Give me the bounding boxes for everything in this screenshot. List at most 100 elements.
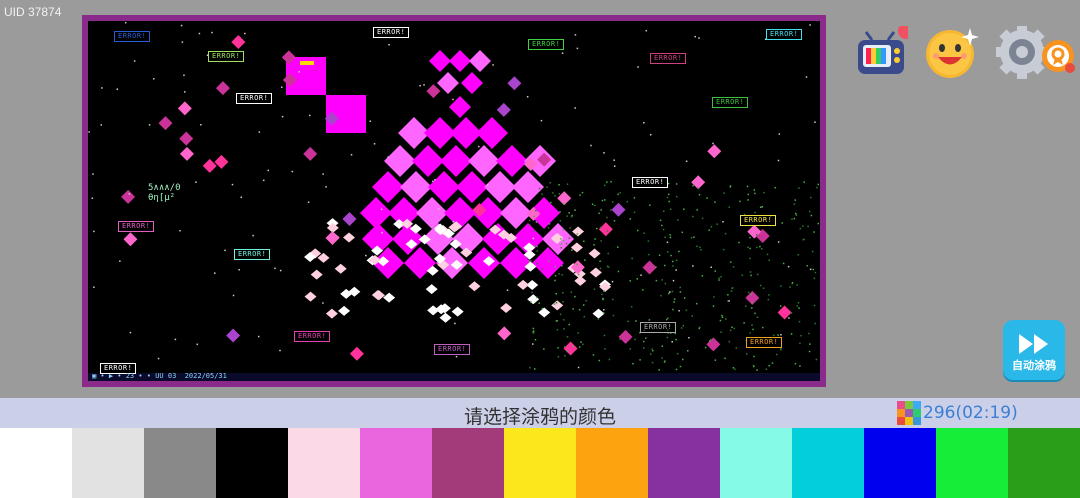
pink-sprite [177, 101, 192, 116]
white-speckle [805, 76, 808, 78]
white-speckle [133, 60, 136, 62]
green-speckle [798, 187, 800, 189]
color-swatch[interactable] [144, 428, 216, 498]
error-popup: ERROR! [640, 322, 677, 333]
graffiti-canvas[interactable]: ERROR! ERROR! ERROR! ERROR! ERROR! ERROR! ERRO… [88, 21, 820, 381]
green-speckle [727, 294, 729, 296]
error-popup: ERROR! [208, 51, 245, 62]
pink-sprite [226, 328, 241, 343]
color-swatch[interactable] [288, 428, 360, 498]
white-speckle [148, 124, 151, 126]
color-swatch[interactable] [720, 428, 792, 498]
green-speckle [754, 211, 756, 214]
green-speckle [751, 307, 753, 309]
white-speckle [437, 208, 440, 210]
color-swatch[interactable] [648, 428, 720, 498]
green-speckle [807, 225, 809, 228]
green-speckle [759, 284, 762, 287]
color-swatch[interactable] [936, 428, 1008, 498]
green-speckle [667, 251, 669, 253]
white-speckle [224, 249, 226, 252]
ribbon-badge-icon[interactable] [1040, 38, 1076, 76]
counter-icon-cell [905, 417, 913, 425]
green-speckle [536, 245, 538, 248]
green-speckle [743, 322, 745, 324]
color-swatch[interactable] [360, 428, 432, 498]
green-speckle [556, 329, 559, 331]
green-speckle [630, 306, 633, 308]
tv-icon[interactable] [852, 23, 914, 82]
white-speckle [280, 86, 283, 88]
counter-icon-cell [897, 401, 905, 409]
green-speckle [668, 193, 670, 196]
green-speckle [563, 346, 566, 348]
pyramid-tile [469, 50, 491, 72]
green-speckle [599, 267, 602, 270]
green-speckle [668, 292, 670, 295]
counter-icon-cell [913, 409, 921, 417]
white-cube-tile [574, 275, 587, 286]
green-speckle [612, 298, 614, 301]
green-speckle [706, 197, 708, 199]
color-swatch[interactable] [1008, 428, 1080, 498]
pink-sprite [123, 232, 138, 247]
green-speckle [721, 314, 723, 317]
white-speckle [452, 98, 454, 101]
color-swatch[interactable] [504, 428, 576, 498]
green-speckle [697, 187, 700, 190]
auto-graffiti-label: 自动涂鸦 [1012, 359, 1056, 372]
green-speckle [746, 353, 748, 355]
green-speckle [601, 199, 604, 202]
green-speckle [538, 302, 540, 304]
white-cube-tile [500, 302, 513, 313]
white-speckle [211, 31, 213, 34]
green-speckle [791, 218, 793, 220]
green-speckle [558, 184, 560, 186]
white-speckle [728, 300, 730, 302]
white-speckle [116, 88, 118, 90]
white-speckle [574, 34, 577, 36]
green-speckle [747, 291, 750, 294]
auto-graffiti-button[interactable]: 自动涂鸦 [1003, 320, 1065, 380]
green-speckle [571, 249, 573, 251]
green-speckle [797, 302, 800, 304]
white-speckle [678, 309, 680, 312]
white-speckle [809, 24, 811, 26]
green-speckle [775, 353, 778, 356]
color-swatch[interactable] [216, 428, 288, 498]
color-swatch[interactable] [72, 428, 144, 498]
green-speckle [528, 219, 531, 222]
error-popup: ERROR! [294, 331, 331, 342]
green-speckle [662, 210, 665, 213]
green-speckle [535, 209, 537, 212]
white-speckle [279, 269, 282, 272]
green-speckle [747, 199, 749, 201]
green-speckle [560, 247, 562, 249]
green-speckle [698, 193, 701, 196]
color-swatch[interactable] [0, 428, 72, 498]
green-speckle [652, 349, 654, 352]
green-speckle [593, 244, 595, 246]
color-swatch[interactable] [432, 428, 504, 498]
green-speckle [533, 245, 536, 248]
green-speckle [599, 226, 602, 229]
green-speckle [655, 266, 657, 268]
green-speckle [664, 282, 667, 285]
green-speckle [658, 369, 660, 371]
white-speckle [692, 265, 694, 267]
green-speckle [735, 347, 738, 349]
green-speckle [643, 232, 645, 234]
green-speckle [762, 287, 765, 290]
color-swatch[interactable] [864, 428, 936, 498]
color-swatch[interactable] [576, 428, 648, 498]
color-swatch[interactable] [792, 428, 864, 498]
smiley-icon[interactable] [924, 26, 980, 82]
green-speckle [633, 211, 636, 214]
green-speckle [629, 348, 632, 350]
green-speckle [794, 212, 797, 215]
white-speckle [722, 221, 724, 223]
green-speckle [752, 328, 754, 331]
green-speckle [760, 248, 763, 250]
green-speckle [583, 315, 586, 318]
white-speckle [419, 84, 421, 87]
